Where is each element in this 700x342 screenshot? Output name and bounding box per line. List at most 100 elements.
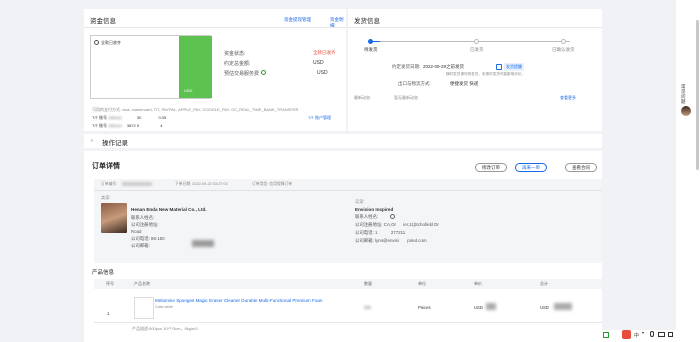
col-unit: 单位 [418,281,426,286]
products-table-header: 序号 产品名称 数量 单位 单价 总计 [94,279,602,289]
col-index: 序号 [106,281,114,286]
latest-label: 最新动态: [354,95,372,100]
funds-panel: 资金信息 资金提现管理 资金明细 全款已收齐 USD 资金状态: 全款已收齐 约… [84,9,346,131]
col-price: 单价 [474,281,482,286]
calendar-icon [496,64,502,70]
ops-title: 操作记录 [102,140,128,147]
checkbox-icon[interactable] [603,332,609,338]
sidebar-faq-label[interactable]: 常见问题 [681,84,687,104]
funds-title: 资金信息 [90,18,116,25]
col-total: 总计 [540,281,548,286]
seller-avatar [101,203,127,233]
tt-label: T/T 账号 [92,115,108,120]
row-price: USD [474,305,483,310]
funds-manage-link[interactable]: 资金提现管理 [284,17,311,23]
ops-panel[interactable]: › 操作记录 [84,134,602,148]
step-label: 待发货 [364,47,378,52]
help-icon[interactable] [261,70,266,75]
buyer-phone: 公司电话: 1 277211 [355,230,406,235]
product-sub: Color:white [155,305,173,309]
shipping-divider [348,27,602,28]
view-more-link[interactable]: 查看更多 [560,95,576,101]
view-contract-button[interactable]: 查看合同 [565,163,597,172]
bank-logo: citibank [108,123,122,128]
row-index: 1 [107,311,110,316]
seller-company: Henan Enda New Material Co., Ltd. [131,207,207,212]
buyer-heading: 买家: [355,199,365,204]
buyer-contact: 联系人姓名: [355,214,379,219]
funds-card-currency: USD [184,88,193,93]
right-sidebar: 常见问题 [676,0,700,342]
step-dot [474,39,479,44]
order-panel: 订单详情 修改订单 再来一单 查看合同 订单编号: 下单日期: 2022-09-… [84,151,602,342]
tt-manage-link[interactable]: T/T 账户管理 [308,115,331,121]
step-dot [561,39,566,44]
seller-phone: 公司电话: 86-150 [131,236,165,241]
shipping-panel: 发货信息 待发货 已发货 已确认收货 约定发货日期: 2022-09-29之前发… [348,9,602,131]
funds-status-value: 全款已收齐 [313,50,336,55]
product-thumbnail[interactable] [134,297,154,319]
seller-address-line: Road [131,229,142,234]
tt-row: T/T 账号 citibank 3872 5 4 [92,123,162,129]
step-label: 已发货 [470,47,484,52]
support-avatar-icon[interactable] [681,106,691,116]
funds-fee-value: USD [317,70,328,76]
deadline-value: 2022-09-29之前发货 [423,64,465,69]
funds-fee-label: 预估交易服务费 [224,71,260,77]
tt-label: T/T 账号 [92,123,108,128]
funds-total-label: 约定总金额: [224,61,251,67]
input-method-icon[interactable] [622,330,631,339]
col-qty: 数量 [364,281,372,286]
ime-toolbar: 中 • [602,330,676,342]
tt-account-right: 0:35 [158,115,167,120]
product-desc: 产品描述:500pcs 10*7*3cm，8kg/m3 [132,326,198,331]
progress-track [370,41,570,42]
scrollbar-thumb[interactable] [696,20,699,170]
funds-status-card: 全款已收齐 USD [90,35,212,99]
logistics-label: 出口与物流方式: [398,81,431,86]
col-name: 产品名称 [134,281,150,286]
chevron-right-icon: › [91,138,93,144]
product-name-link[interactable]: Melamine Sponges Magic Eraser Cleaner Du… [155,298,323,303]
table-row: 1 Melamine Sponges Magic Eraser Cleaner … [94,289,602,323]
logistics-value: 便捷发货 快递 [450,81,479,86]
check-circle-icon [94,40,99,45]
ime-grid-icon[interactable] [668,332,673,337]
tt-account-right: 4 [160,123,163,128]
order-number-label: 订单编号: [101,182,118,186]
funds-divider [84,27,346,28]
seller-heading: 卖家: [101,195,111,200]
info-icon[interactable] [390,214,395,219]
seller-contact: 联系人姓名: [131,215,155,220]
buyer-company: Envision Inspired [355,207,394,212]
row-qty: 500 [364,305,371,310]
order-number-value [122,182,152,186]
ime-mode-icon[interactable]: 中 [634,332,639,339]
tt-account-mid: 3872 5 [126,123,140,128]
latest-value: 暂无最新动态 [394,95,418,100]
funds-status-label: 资金状态: [224,51,246,57]
detail-divider [94,190,602,191]
ime-mic-icon[interactable] [650,331,654,337]
funds-total-value: USD [313,60,324,66]
redacted-block [192,240,214,247]
products-title: 产品信息 [92,270,115,276]
funds-status-card-label: 全款已收齐 [101,40,121,45]
buyer-address: 公司注册地址: CA,Or ier,11]Schofield Dr [355,222,439,227]
modify-order-button[interactable]: 修改订单 [475,163,507,172]
row-divider [94,322,602,323]
ime-keyboard-icon[interactable] [658,332,665,337]
order-time: 下单日期: 2022-09-22 03:27:03 [175,182,228,186]
shipping-title: 发货信息 [354,18,380,25]
redacted-block [554,303,572,310]
step-label: 已确认收货 [552,47,575,52]
deadline-tag[interactable]: 发货提醒 [504,63,524,71]
reorder-button[interactable]: 再来一单 [515,163,547,172]
ime-punct-icon[interactable]: • [642,331,644,337]
row-total: USD [540,305,549,310]
deadline-label: 约定发货日期: [392,64,421,69]
tt-account-mid: 30 [136,115,142,120]
seller-email: 公司邮箱: [131,243,150,248]
order-type: 订单类型: 信用保障订单 [252,182,293,186]
buyer-email: 公司邮箱: lynn@envisi pired.com [355,238,427,243]
